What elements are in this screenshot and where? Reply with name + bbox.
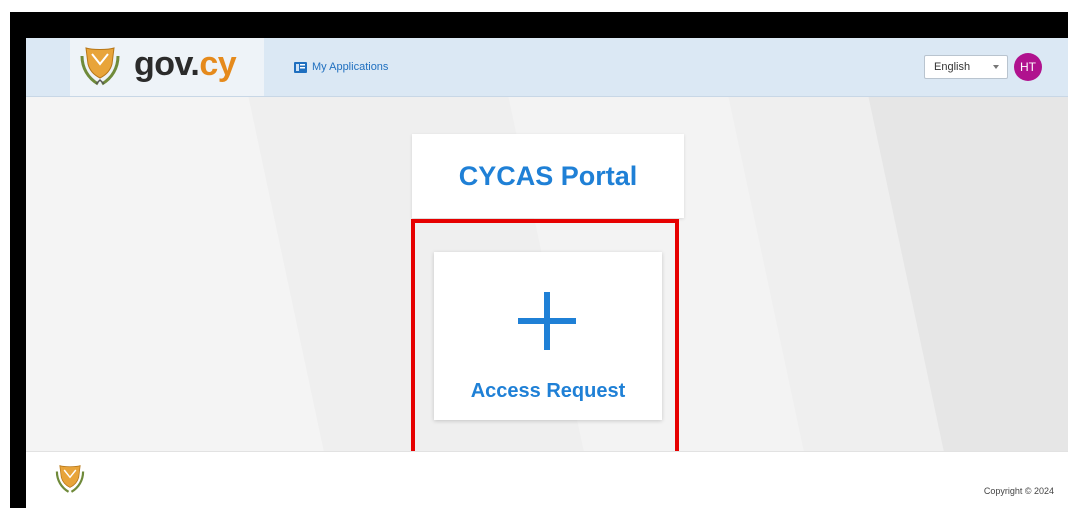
background-band	[26, 96, 324, 451]
page-footer: Copyright © 2024	[26, 451, 1068, 508]
chevron-down-icon	[993, 65, 999, 69]
screenshot-frame: gov.cy My Applications English HT CYCAS …	[10, 12, 1068, 508]
my-applications-link[interactable]: My Applications	[294, 58, 388, 76]
applications-icon	[294, 61, 307, 73]
portal-window: gov.cy My Applications English HT CYCAS …	[26, 38, 1068, 508]
highlight-box	[411, 219, 679, 464]
brand-gov-text: gov.	[134, 45, 200, 83]
cyprus-coat-of-arms-icon	[55, 465, 85, 493]
user-avatar[interactable]: HT	[1014, 53, 1042, 81]
user-initials: HT	[1020, 60, 1036, 74]
language-value: English	[934, 61, 971, 73]
background-band	[868, 96, 1068, 451]
my-applications-label: My Applications	[312, 61, 389, 73]
portal-title-card: CYCAS Portal	[412, 134, 684, 218]
cyprus-coat-of-arms-icon	[80, 47, 120, 86]
top-header: gov.cy My Applications English HT	[26, 38, 1068, 97]
copyright-text: Copyright © 2024	[983, 486, 1054, 496]
language-select[interactable]: English	[924, 55, 1008, 79]
gov-cy-logo[interactable]: gov.cy	[134, 44, 237, 84]
page-title: CYCAS Portal	[458, 160, 638, 191]
brand-cy-text: cy	[199, 45, 237, 83]
